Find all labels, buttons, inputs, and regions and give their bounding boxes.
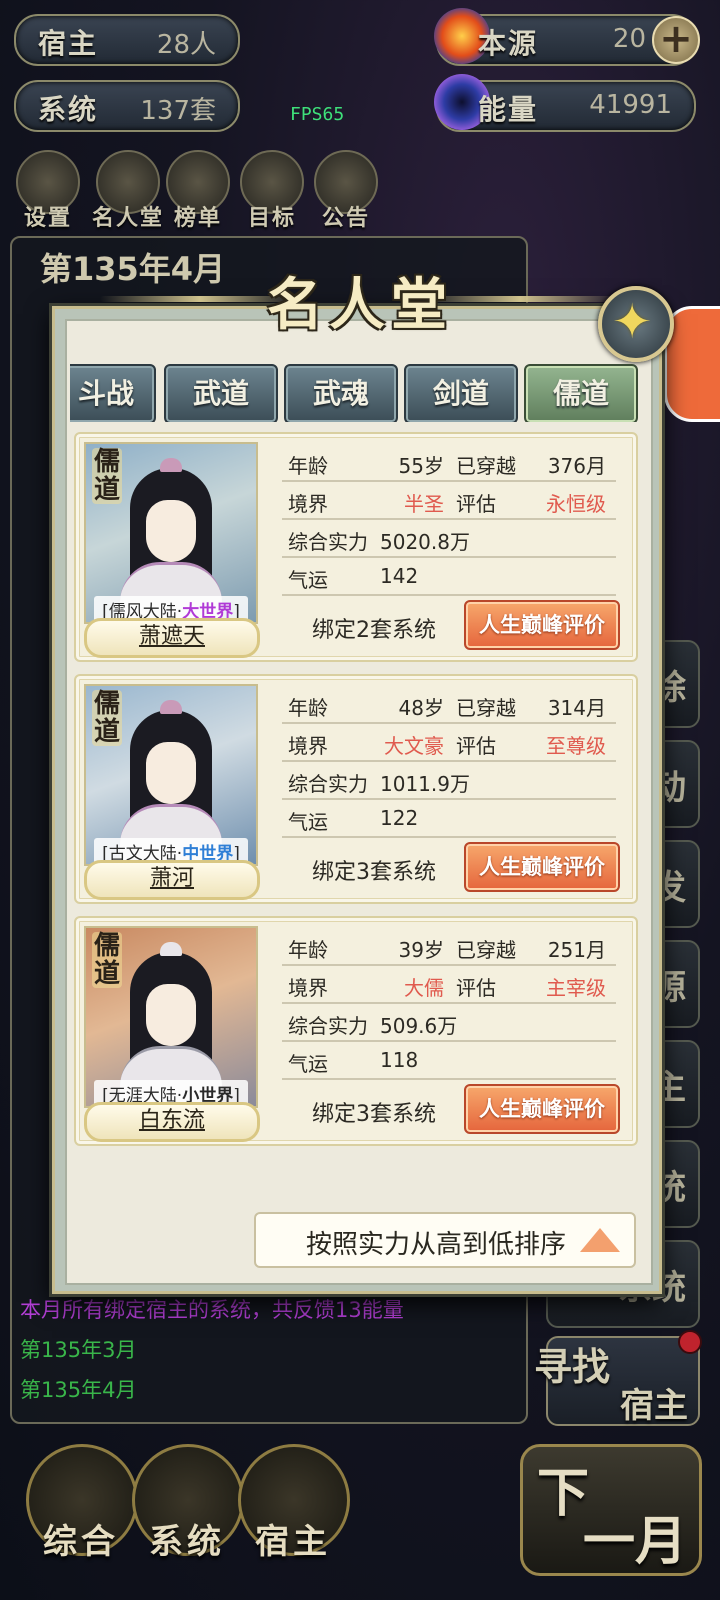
class-badge: 儒道 <box>92 931 122 989</box>
find-host-button[interactable]: 寻找 宿主 <box>534 1336 700 1426</box>
notification-dot <box>678 1330 702 1354</box>
stat-row: 综合实力 509.6万 <box>282 1002 616 1042</box>
ranking-shortcut[interactable]: 榜单 <box>164 150 232 232</box>
triangle-up-icon <box>580 1228 620 1252</box>
hero-card: 儒道 [无涯大陆·小世界] 白东流 年龄 39岁 已穿越 251月 境界 大儒 … <box>74 916 638 1146</box>
hall-of-fame-shortcut[interactable]: 名人堂 <box>88 150 168 232</box>
next-month-button[interactable]: 下 一月 <box>520 1444 702 1576</box>
hero-card: 儒道 [古文大陆·中世界] 萧河 年龄 48岁 已穿越 314月 境界 大文豪 … <box>74 674 638 904</box>
stat-row: 综合实力 5020.8万 <box>282 518 616 558</box>
fps-counter: FPS65 <box>290 104 345 125</box>
stat-row: 气运 122 <box>282 798 616 838</box>
nav-system[interactable]: 系统 <box>132 1444 244 1584</box>
stat-row: 境界 半圣 评估 永恒级 <box>282 480 616 520</box>
bound-systems-count: 绑定3套系统 <box>312 860 436 885</box>
energy-value: 41991 <box>589 90 672 120</box>
bound-systems-count: 绑定2套系统 <box>312 618 436 643</box>
bound-systems-count: 绑定3套系统 <box>312 1102 436 1127</box>
log-line: 本月所有绑定宿主的系统，共反馈13能量 <box>20 1298 404 1322</box>
systems-label: 系统 <box>38 93 99 126</box>
hero-name[interactable]: 白东流 <box>84 1102 260 1142</box>
energy-counter: 能量 41991 <box>434 74 696 132</box>
stat-row: 年龄 39岁 已穿越 251月 <box>282 926 616 966</box>
category-tabs: 斗战 武道 武魂 剑道 儒道 <box>70 364 640 422</box>
energy-label: 能量 <box>478 93 539 126</box>
tab-martial-soul[interactable]: 武魂 <box>284 364 398 422</box>
announcement-shortcut[interactable]: 公告 <box>312 150 380 232</box>
class-badge: 儒道 <box>92 447 122 505</box>
stat-row: 气运 142 <box>282 556 616 596</box>
add-origin-button[interactable]: + <box>652 16 700 64</box>
log-line: 第135年3月 <box>20 1338 137 1362</box>
close-button[interactable]: ✦ <box>598 286 674 362</box>
goals-shortcut[interactable]: 目标 <box>238 150 306 232</box>
log-date-header: 第135年4月 <box>40 250 226 288</box>
life-peak-rating-button[interactable]: 人生巅峰评价 <box>464 1084 620 1134</box>
class-badge: 儒道 <box>92 689 122 747</box>
tab-martial-arts[interactable]: 武道 <box>164 364 278 422</box>
systems-counter: 系统 137套 <box>14 80 240 132</box>
hero-portrait[interactable]: 儒道 [无涯大陆·小世界] <box>84 926 258 1109</box>
log-line: 第135年4月 <box>20 1378 137 1402</box>
hosts-counter: 宿主 28人 <box>14 14 240 66</box>
sort-toggle-button[interactable]: 按照实力从高到低排序 <box>254 1212 636 1268</box>
hosts-value: 28人 <box>156 30 216 60</box>
origin-value: 20 <box>612 24 646 54</box>
hosts-label: 宿主 <box>38 27 99 60</box>
dialog-title: 名人堂 <box>267 272 453 338</box>
tab-sword[interactable]: 剑道 <box>404 364 518 422</box>
stat-row: 境界 大儒 评估 主宰级 <box>282 964 616 1004</box>
hero-name[interactable]: 萧遮天 <box>84 618 260 658</box>
hero-portrait[interactable]: 儒道 [儒风大陆·大世界] <box>84 442 258 625</box>
stat-row: 境界 大文豪 评估 至尊级 <box>282 722 616 762</box>
tab-battle[interactable]: 斗战 <box>70 364 156 422</box>
hero-name[interactable]: 萧河 <box>84 860 260 900</box>
stat-row: 气运 118 <box>282 1040 616 1080</box>
hero-portrait[interactable]: 儒道 [古文大陆·中世界] <box>84 684 258 867</box>
hero-card: 儒道 [儒风大陆·大世界] 萧遮天 年龄 55岁 已穿越 376月 境界 半圣 … <box>74 432 638 662</box>
star-close-icon: ✦ <box>612 294 653 350</box>
origin-label: 本源 <box>478 27 539 60</box>
settings-shortcut[interactable]: 设置 <box>14 150 82 232</box>
nav-overview[interactable]: 综合 <box>26 1444 138 1584</box>
stat-row: 综合实力 1011.9万 <box>282 760 616 800</box>
life-peak-rating-button[interactable]: 人生巅峰评价 <box>464 600 620 650</box>
life-peak-rating-button[interactable]: 人生巅峰评价 <box>464 842 620 892</box>
nav-host[interactable]: 宿主 <box>238 1444 350 1584</box>
stat-row: 年龄 48岁 已穿越 314月 <box>282 684 616 724</box>
systems-value: 137套 <box>140 96 216 126</box>
tab-confucian[interactable]: 儒道 <box>524 364 638 422</box>
stat-row: 年龄 55岁 已穿越 376月 <box>282 442 616 482</box>
